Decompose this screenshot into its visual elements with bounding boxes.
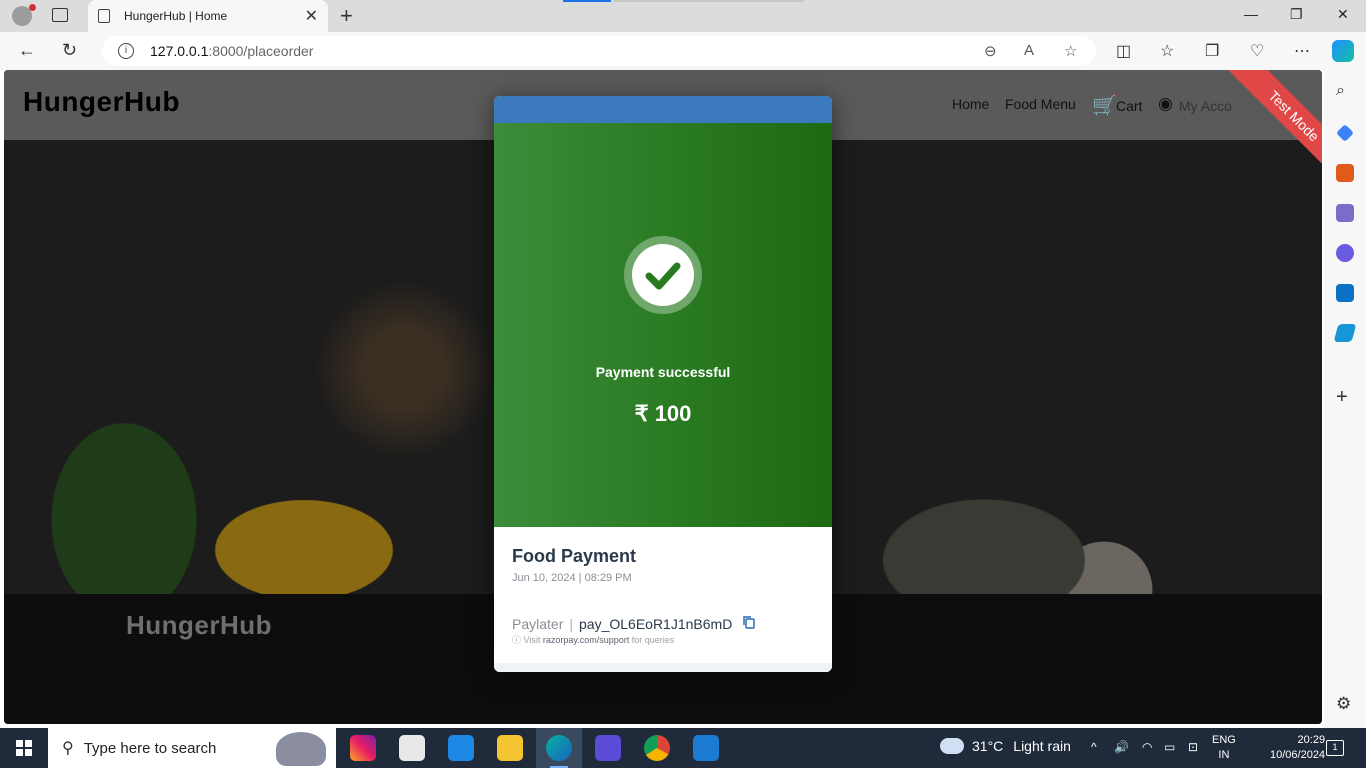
read-aloud-icon[interactable]: A xyxy=(1024,42,1034,59)
payment-details: Food Payment Jun 10, 2024 | 08:29 PM Pay… xyxy=(494,527,832,672)
payment-id: pay_OL6EoR1J1nB6mD xyxy=(579,615,733,632)
payment-success-panel: Payment successful ₹ 100 xyxy=(494,123,832,527)
split-screen-icon[interactable]: ◫ xyxy=(1116,41,1131,61)
url-host: 127.0.0.1 xyxy=(150,43,209,59)
lang-line2: IN xyxy=(1218,749,1230,761)
instagram-icon[interactable] xyxy=(350,735,376,761)
chrome-icon[interactable] xyxy=(644,735,670,761)
url-text: 127.0.0.1:8000/placeorder xyxy=(150,43,313,59)
zoom-icon[interactable]: ⊖ xyxy=(984,42,997,60)
loading-indicator xyxy=(563,0,611,2)
favorites-icon[interactable]: ☆ xyxy=(1160,41,1174,61)
copy-icon[interactable] xyxy=(742,615,756,632)
volume-icon[interactable]: 🔊 xyxy=(1114,740,1129,754)
loading-track xyxy=(614,0,804,2)
mail-icon[interactable] xyxy=(448,735,474,761)
divider: | xyxy=(569,615,573,632)
file-explorer-icon[interactable] xyxy=(497,735,523,761)
send-icon[interactable] xyxy=(1333,324,1357,342)
support-prefix: Visit xyxy=(523,635,541,645)
copilot-icon[interactable] xyxy=(1332,40,1354,62)
site-logo[interactable]: HungerHub xyxy=(23,86,180,118)
weather-widget[interactable]: 31°C Light rain xyxy=(940,738,1071,754)
language-indicator[interactable]: ENG IN xyxy=(1212,733,1236,763)
minimize-button[interactable]: — xyxy=(1244,6,1258,22)
store-icon[interactable] xyxy=(399,735,425,761)
games-icon[interactable] xyxy=(1336,204,1354,222)
nav-home[interactable]: Home xyxy=(952,96,989,112)
cart-icon[interactable]: 🛒 xyxy=(1092,93,1117,118)
add-sidebar-icon[interactable]: + xyxy=(1336,386,1354,408)
settings-gear-icon[interactable]: ⚙ xyxy=(1336,694,1354,713)
payment-datetime: Jun 10, 2024 | 08:29 PM xyxy=(512,572,632,584)
shopping-tag-icon[interactable] xyxy=(1336,124,1354,142)
browser-tab[interactable]: HungerHub | Home ✕ xyxy=(88,0,328,32)
back-icon[interactable]: ← xyxy=(18,40,36,61)
windows-start-icon[interactable] xyxy=(16,740,32,756)
tab-title: HungerHub | Home xyxy=(124,9,228,23)
meet-now-icon[interactable]: ⊡ xyxy=(1188,740,1198,754)
search-icon[interactable]: ⌕ xyxy=(1336,82,1354,100)
system-clock[interactable]: 20:29 10/06/2024 xyxy=(1270,733,1325,763)
merchant-name: Food Payment xyxy=(512,546,637,566)
modal-footer-strip xyxy=(494,663,832,672)
support-text: ⓘ Visit razorpay.com/support for queries xyxy=(512,633,674,646)
footer-logo: HungerHub xyxy=(126,610,273,640)
wifi-icon[interactable]: ◠ xyxy=(1142,740,1152,754)
vscode-icon[interactable] xyxy=(693,735,719,761)
account-icon[interactable]: ◉ xyxy=(1158,94,1173,114)
modal-header xyxy=(494,96,832,124)
address-bar[interactable]: i 127.0.0.1:8000/placeorder ⊖ A ☆ xyxy=(102,36,1096,66)
lang-line1: ENG xyxy=(1212,734,1236,746)
search-highlight-image xyxy=(276,732,326,766)
payment-amount: ₹ 100 xyxy=(634,401,692,426)
nav-food-menu[interactable]: Food Menu xyxy=(1005,96,1076,112)
rain-cloud-icon xyxy=(940,738,964,754)
payment-modal: Payment successful ₹ 100 Food Payment Ju… xyxy=(494,96,832,672)
new-tab-button[interactable]: + xyxy=(340,3,353,29)
restore-button[interactable]: ❐ xyxy=(1290,6,1303,23)
show-hidden-icons-icon[interactable]: ^ xyxy=(1091,740,1097,754)
page-icon xyxy=(98,9,110,23)
payment-status-text: Payment successful xyxy=(595,364,731,380)
tools-icon[interactable] xyxy=(1336,164,1354,182)
info-icon: ⓘ xyxy=(512,635,522,645)
edge-icon[interactable] xyxy=(546,735,572,761)
weather-desc: Light rain xyxy=(1013,738,1071,754)
taskbar-search[interactable]: ⚲ Type here to search xyxy=(48,728,336,768)
tab-actions-icon[interactable] xyxy=(52,8,68,22)
browser-tab-bar: HungerHub | Home ✕ + — ❐ ✕ xyxy=(0,0,1366,32)
search-placeholder: Type here to search xyxy=(83,739,217,757)
favorite-star-icon[interactable]: ☆ xyxy=(1064,42,1077,60)
nav-cart[interactable]: Cart xyxy=(1116,98,1142,114)
payment-id-row: Paylater | pay_OL6EoR1J1nB6mD xyxy=(512,615,756,632)
clipchamp-icon[interactable] xyxy=(595,735,621,761)
office-icon[interactable] xyxy=(1336,244,1354,262)
outlook-icon[interactable] xyxy=(1336,284,1354,302)
support-suffix: for queries xyxy=(631,635,675,645)
browser-sidebar: ⌕ + ⚙ xyxy=(1324,70,1366,728)
site-info-icon[interactable]: i xyxy=(118,43,134,59)
payment-method: Paylater xyxy=(512,615,564,632)
browser-essentials-icon[interactable]: ♡ xyxy=(1250,41,1264,61)
tab-close-button[interactable]: ✕ xyxy=(305,6,318,26)
close-window-button[interactable]: ✕ xyxy=(1337,6,1349,23)
search-icon: ⚲ xyxy=(62,740,74,757)
success-check-icon xyxy=(624,236,702,314)
clock-time: 20:29 xyxy=(1297,734,1326,746)
battery-icon[interactable]: ▭ xyxy=(1164,740,1175,754)
weather-temp: 31°C xyxy=(972,738,1004,754)
collections-icon[interactable]: ❐ xyxy=(1205,41,1219,61)
nav-my-account[interactable]: My Acco xyxy=(1179,98,1232,114)
more-menu-icon[interactable]: ⋯ xyxy=(1294,41,1310,61)
notification-center-icon[interactable]: 1 xyxy=(1326,740,1344,756)
url-path: :8000/placeorder xyxy=(208,43,314,59)
windows-taskbar: ⚲ Type here to search 31°C Light rain ^ … xyxy=(0,728,1366,768)
clock-date: 10/06/2024 xyxy=(1270,749,1326,761)
refresh-icon[interactable]: ↻ xyxy=(62,40,77,61)
support-link[interactable]: razorpay.com/support xyxy=(543,635,629,645)
profile-icon[interactable] xyxy=(12,4,36,26)
